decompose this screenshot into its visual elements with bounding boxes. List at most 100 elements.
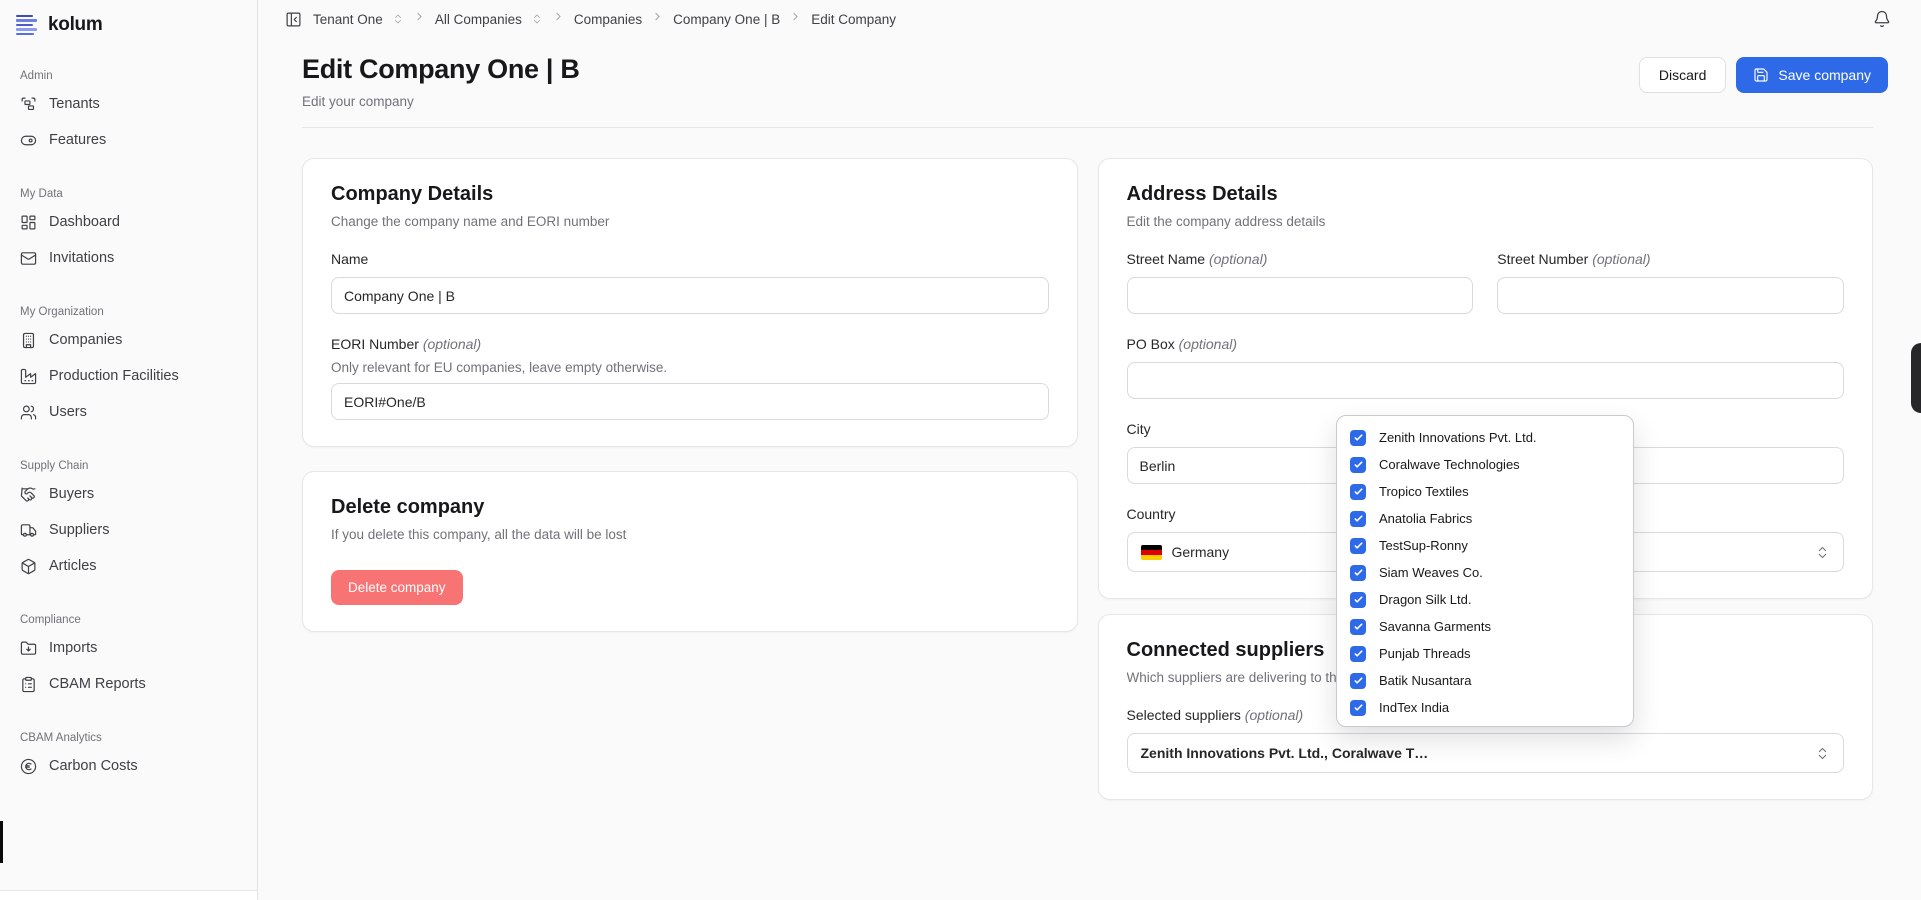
sidebar-item-features[interactable]: Features — [12, 122, 245, 158]
sidebar-item-dashboard[interactable]: Dashboard — [12, 204, 245, 240]
discard-button[interactable]: Discard — [1639, 57, 1726, 93]
checkbox-checked[interactable] — [1350, 619, 1366, 635]
sidebar-footer — [0, 890, 257, 900]
section-label: Supply Chain — [12, 460, 245, 472]
sidebar-item-imports[interactable]: Imports — [12, 630, 245, 666]
breadcrumb-all-companies[interactable]: All Companies — [435, 12, 522, 27]
supplier-option[interactable]: Anatolia Fabrics — [1337, 505, 1633, 532]
edge-widget-handle[interactable] — [1911, 343, 1921, 413]
eori-number-input[interactable] — [331, 383, 1049, 420]
delete-company-button[interactable]: Delete company — [331, 570, 463, 605]
section-label: Compliance — [12, 614, 245, 626]
supplier-option[interactable]: Punjab Threads — [1337, 640, 1633, 667]
sidebar-item-articles[interactable]: Articles — [12, 548, 245, 584]
po-box-label: PO Box (optional) — [1127, 336, 1238, 352]
sidebar-section-my-data: My Data Dashboard Invitations — [12, 188, 245, 276]
sidebar-item-cbam-reports[interactable]: CBAM Reports — [12, 666, 245, 702]
card-title: Delete company — [331, 496, 1049, 519]
card-title: Address Details — [1127, 183, 1845, 206]
country-value: Germany — [1172, 544, 1230, 560]
chevron-right-icon — [651, 10, 664, 28]
checkbox-checked[interactable] — [1350, 511, 1366, 527]
street-name-input[interactable] — [1127, 277, 1474, 314]
breadcrumb-companies[interactable]: Companies — [574, 12, 642, 27]
breadcrumb-tenant[interactable]: Tenant One — [313, 12, 383, 27]
dashboard-icon — [20, 214, 37, 231]
sidebar-item-label: Users — [49, 404, 87, 420]
clipboard-icon — [20, 676, 37, 693]
name-label: Name — [331, 251, 368, 267]
sidebar-item-buyers[interactable]: Buyers — [12, 476, 245, 512]
sidebar-item-suppliers[interactable]: Suppliers — [12, 512, 245, 548]
po-box-input[interactable] — [1127, 362, 1845, 399]
truck-icon — [20, 522, 37, 539]
checkbox-checked[interactable] — [1350, 457, 1366, 473]
folder-down-icon — [20, 640, 37, 657]
sidebar-nav: Admin Tenants Features My Data Dashboard — [0, 44, 257, 784]
breadcrumb-company-one-b[interactable]: Company One | B — [673, 12, 780, 27]
sidebar-item-companies[interactable]: Companies — [12, 322, 245, 358]
sidebar-section-compliance: Compliance Imports CBAM Reports — [12, 614, 245, 702]
checkbox-checked[interactable] — [1350, 592, 1366, 608]
section-label: My Organization — [12, 306, 245, 318]
sidebar-item-production-facilities[interactable]: Production Facilities — [12, 358, 245, 394]
sidebar-toggle-button[interactable] — [283, 9, 304, 30]
supplier-option[interactable]: Coralwave Technologies — [1337, 451, 1633, 478]
sidebar-item-carbon-costs[interactable]: Carbon Costs — [12, 748, 245, 784]
checkbox-checked[interactable] — [1350, 646, 1366, 662]
supplier-option[interactable]: Dragon Silk Ltd. — [1337, 586, 1633, 613]
save-button-label: Save company — [1778, 67, 1871, 83]
delete-company-card: Delete company If you delete this compan… — [302, 471, 1078, 632]
sidebar-item-tenants[interactable]: Tenants — [12, 86, 245, 122]
supplier-option[interactable]: IndTex India — [1337, 694, 1633, 721]
checkbox-checked[interactable] — [1350, 700, 1366, 716]
checkbox-checked[interactable] — [1350, 565, 1366, 581]
tenant-switcher-icon[interactable] — [392, 13, 404, 25]
supplier-option[interactable]: Savanna Garments — [1337, 613, 1633, 640]
optional-hint: (optional) — [1592, 251, 1650, 267]
sidebar-item-invitations[interactable]: Invitations — [12, 240, 245, 276]
chevron-right-icon — [413, 10, 426, 28]
checkbox-checked[interactable] — [1350, 430, 1366, 446]
app-root: kolum Admin Tenants Features My Data Das… — [0, 0, 1921, 900]
selected-suppliers-select[interactable]: Zenith Innovations Pvt. Ltd., Coralwave … — [1127, 733, 1845, 773]
supplier-option[interactable]: Batik Nusantara — [1337, 667, 1633, 694]
company-details-card: Company Details Change the company name … — [302, 158, 1078, 447]
company-name-input[interactable] — [331, 277, 1049, 314]
sidebar-item-label: CBAM Reports — [49, 676, 146, 692]
card-subtitle: If you delete this company, all the data… — [331, 527, 1049, 542]
company-switcher-icon[interactable] — [531, 13, 543, 25]
card-subtitle: Change the company name and EORI number — [331, 214, 1049, 229]
sidebar-section-supply-chain: Supply Chain Buyers Suppliers Articles — [12, 460, 245, 584]
sidebar-item-label: Companies — [49, 332, 122, 348]
country-label: Country — [1127, 506, 1176, 522]
suppliers-dropdown: Zenith Innovations Pvt. Ltd. Coralwave T… — [1336, 415, 1634, 727]
main-area: Tenant One All Companies Companies Compa… — [258, 0, 1921, 900]
section-label: My Data — [12, 188, 245, 200]
sidebar-item-label: Features — [49, 132, 106, 148]
notifications-button[interactable] — [1873, 10, 1891, 28]
eori-label: EORI Number (optional) — [331, 336, 481, 352]
sidebar-section-my-organization: My Organization Companies Production Fac… — [12, 306, 245, 430]
brand-name: kolum — [48, 14, 102, 36]
euro-circle-icon — [20, 758, 37, 775]
checkbox-checked[interactable] — [1350, 484, 1366, 500]
checkbox-checked[interactable] — [1350, 538, 1366, 554]
checkbox-checked[interactable] — [1350, 673, 1366, 689]
supplier-option[interactable]: Siam Weaves Co. — [1337, 559, 1633, 586]
sidebar-item-users[interactable]: Users — [12, 394, 245, 430]
page-header: Edit Company One | B Edit your company D… — [258, 38, 1921, 109]
chevron-right-icon — [552, 10, 565, 28]
factory-icon — [20, 368, 37, 385]
supplier-option[interactable]: TestSup-Ronny — [1337, 532, 1633, 559]
breadcrumb-edit-company[interactable]: Edit Company — [811, 12, 896, 27]
brand-logo: kolum — [0, 0, 257, 44]
tenants-icon — [20, 96, 37, 113]
sidebar-item-label: Suppliers — [49, 522, 109, 538]
street-number-input[interactable] — [1497, 277, 1844, 314]
save-company-button[interactable]: Save company — [1736, 57, 1888, 93]
chevron-right-icon — [789, 10, 802, 28]
supplier-option[interactable]: Tropico Textiles — [1337, 478, 1633, 505]
supplier-option[interactable]: Zenith Innovations Pvt. Ltd. — [1337, 424, 1633, 451]
handshake-icon — [20, 486, 37, 503]
